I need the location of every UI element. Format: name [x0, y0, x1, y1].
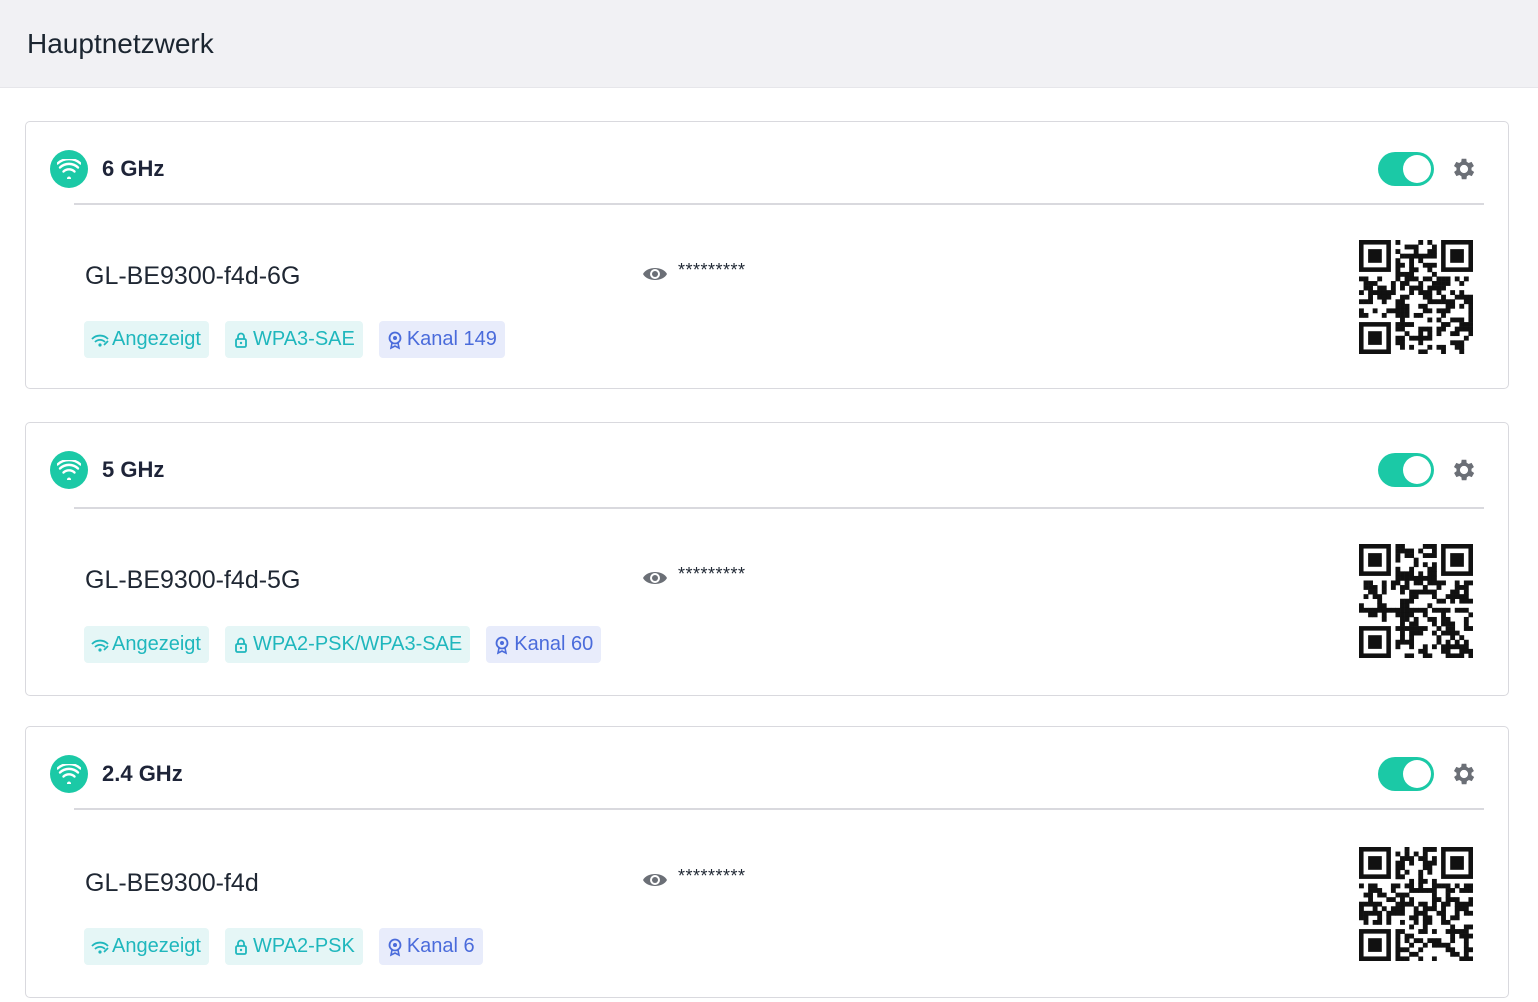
security-label: WPA2-PSK/WPA3-SAE: [252, 633, 463, 655]
password-masked: *********: [678, 865, 746, 886]
visibility-label: Angezeigt: [112, 633, 201, 655]
divider: [74, 507, 1484, 509]
gear-icon[interactable]: [1450, 760, 1478, 788]
security-tag: WPA3-SAE: [224, 321, 363, 358]
password-masked: *********: [678, 259, 746, 280]
eye-icon[interactable]: [642, 263, 668, 285]
visibility-tag: Angezeigt: [84, 321, 209, 358]
password-field: *********: [642, 563, 746, 589]
visibility-tag: Angezeigt: [84, 928, 209, 965]
visibility-label: Angezeigt: [112, 935, 201, 957]
channel-icon: [495, 636, 509, 654]
channel-icon: [388, 331, 402, 349]
tag-row: Angezeigt WPA2-PSK Kanal 6: [84, 928, 483, 965]
divider: [74, 808, 1484, 810]
broadcast-icon: [91, 334, 109, 347]
card-header: 2.4 GHz: [50, 754, 1478, 794]
wifi-icon: [50, 451, 88, 489]
qr-code-icon[interactable]: [1359, 544, 1473, 658]
page-header: Hauptnetzwerk: [0, 0, 1538, 88]
ssid-name: GL-BE9300-f4d: [85, 869, 259, 897]
enable-toggle[interactable]: [1378, 453, 1434, 487]
band-label: 5 GHz: [102, 457, 165, 482]
visibility-label: Angezeigt: [112, 328, 201, 350]
qr-code-icon[interactable]: [1359, 240, 1473, 354]
visibility-tag: Angezeigt: [84, 626, 209, 663]
broadcast-icon: [91, 941, 109, 954]
ssid-name: GL-BE9300-f4d-5G: [85, 566, 301, 594]
gear-icon[interactable]: [1450, 456, 1478, 484]
network-card-5ghz: 5 GHz GL-BE9300-f4d-5G ********* Angezei…: [25, 422, 1509, 696]
divider: [74, 203, 1484, 205]
security-tag: WPA2-PSK/WPA3-SAE: [224, 626, 471, 663]
network-card-6ghz: 6 GHz GL-BE9300-f4d-6G ********* Angezei…: [25, 121, 1509, 389]
qr-code-icon[interactable]: [1359, 847, 1473, 961]
eye-icon[interactable]: [642, 869, 668, 891]
wifi-icon: [50, 150, 88, 188]
channel-tag: Kanal 149: [378, 321, 505, 358]
tag-row: Angezeigt WPA2-PSK/WPA3-SAE Kanal 60: [84, 626, 602, 663]
tag-row: Angezeigt WPA3-SAE Kanal 149: [84, 321, 505, 358]
lock-icon: [235, 939, 247, 955]
broadcast-icon: [91, 639, 109, 652]
wifi-icon: [50, 755, 88, 793]
security-tag: WPA2-PSK: [224, 928, 363, 965]
eye-icon[interactable]: [642, 567, 668, 589]
password-field: *********: [642, 259, 746, 285]
network-card-2-4ghz: 2.4 GHz GL-BE9300-f4d ********* Angezeig…: [25, 726, 1509, 998]
band-label: 2.4 GHz: [102, 761, 183, 786]
lock-icon: [235, 637, 247, 653]
security-label: WPA2-PSK: [252, 935, 355, 957]
channel-label: Kanal 149: [406, 328, 497, 350]
enable-toggle[interactable]: [1378, 757, 1434, 791]
lock-icon: [235, 332, 247, 348]
channel-icon: [388, 938, 402, 956]
channel-label: Kanal 6: [406, 935, 475, 957]
password-field: *********: [642, 865, 746, 891]
band-label: 6 GHz: [102, 156, 165, 181]
page-title: Hauptnetzwerk: [27, 27, 214, 59]
gear-icon[interactable]: [1450, 155, 1478, 183]
card-header: 5 GHz: [50, 450, 1478, 490]
enable-toggle[interactable]: [1378, 152, 1434, 186]
channel-label: Kanal 60: [514, 633, 594, 655]
channel-tag: Kanal 60: [486, 626, 602, 663]
card-header: 6 GHz: [50, 149, 1478, 189]
password-masked: *********: [678, 563, 746, 584]
ssid-name: GL-BE9300-f4d-6G: [85, 262, 301, 290]
channel-tag: Kanal 6: [378, 928, 483, 965]
security-label: WPA3-SAE: [252, 328, 355, 350]
